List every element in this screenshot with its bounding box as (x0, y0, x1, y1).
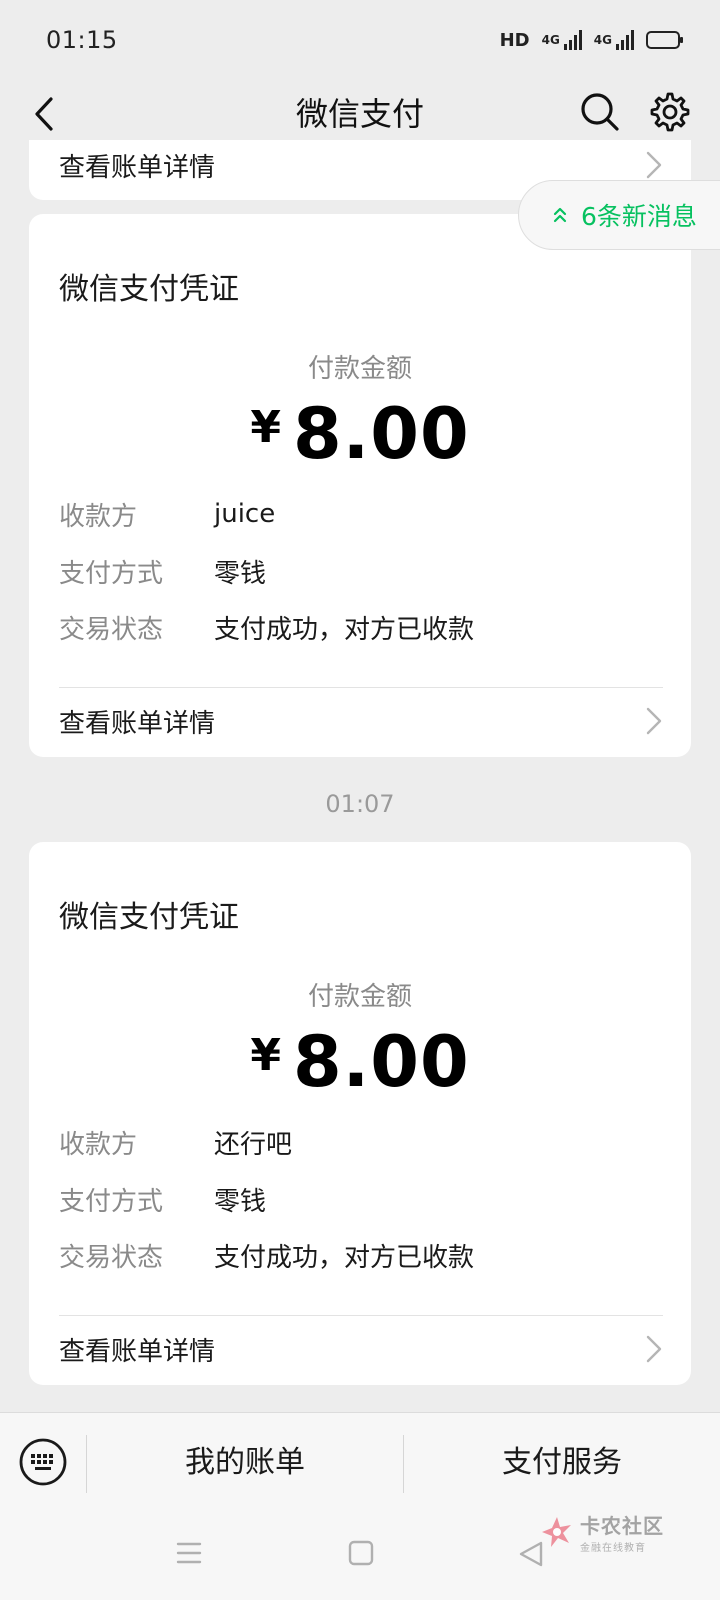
field-value: 还行吧 (214, 1129, 293, 1160)
amount-label: 付款金额 (307, 354, 412, 384)
keyboard-icon (19, 1438, 67, 1486)
back-button[interactable] (24, 94, 64, 134)
watermark-logo-icon (542, 1517, 571, 1547)
watermark-subtitle: 金融在线教育 (580, 1543, 646, 1554)
search-button[interactable] (578, 90, 622, 134)
field-key: 收款方 (59, 1129, 138, 1160)
amount-value: 8.00 (292, 1021, 470, 1103)
gear-icon (650, 92, 690, 132)
field-key: 收款方 (59, 501, 138, 532)
amount: ¥ 8.00 (29, 1021, 691, 1103)
receipt-card: 微信支付凭证 付款金额 ¥ 8.00 收款方 还行吧 支付方式 零钱 交易状态 … (29, 842, 691, 1385)
receipt-title: 微信支付凭证 (59, 900, 239, 935)
my-bills-button[interactable]: 我的账单 (87, 1413, 403, 1513)
field-key: 交易状态 (59, 1242, 164, 1273)
chevron-left-icon (35, 97, 53, 131)
view-bill-details-link[interactable]: 查看账单详情 (59, 1316, 663, 1382)
new-messages-label: 6条新消息 (581, 202, 697, 231)
network-label-1: 4G (541, 33, 560, 47)
field-key: 支付方式 (59, 558, 164, 589)
chevron-right-icon (646, 1335, 662, 1363)
field-value: 零钱 (214, 1186, 267, 1217)
signal-icon-2 (616, 30, 634, 50)
menu-icon[interactable] (176, 1540, 202, 1566)
field-status: 交易状态 支付成功，对方已收款 (59, 1235, 663, 1275)
amount-label: 付款金额 (307, 982, 412, 1012)
view-bill-details-link[interactable]: 查看账单详情 (59, 688, 663, 754)
watermark-title: 卡农社区 (580, 1514, 664, 1538)
field-value: 支付成功，对方已收款 (214, 1242, 475, 1273)
receipt-card: 微信支付凭证 付款金额 ¥ 8.00 收款方 juice 支付方式 零钱 交易状… (29, 214, 691, 757)
amount-value: 8.00 (292, 393, 470, 475)
field-status: 交易状态 支付成功，对方已收款 (59, 607, 663, 647)
double-chevron-up-icon (553, 207, 567, 223)
settings-button[interactable] (648, 90, 692, 134)
view-bill-details-label: 查看账单详情 (59, 1336, 216, 1367)
field-payee: 收款方 juice (59, 494, 663, 534)
chevron-right-icon (646, 151, 662, 179)
chevron-right-icon (646, 707, 662, 735)
battery-icon (646, 31, 683, 49)
hd-label: HD (499, 29, 530, 51)
field-value: juice (214, 499, 276, 529)
amount: ¥ 8.00 (29, 393, 691, 475)
message-timestamp: 01:07 (325, 790, 395, 818)
field-payment-method: 支付方式 零钱 (59, 1179, 663, 1219)
field-payee: 收款方 还行吧 (59, 1122, 663, 1162)
field-key: 交易状态 (59, 614, 164, 645)
field-value: 支付成功，对方已收款 (214, 614, 475, 645)
bottom-menu-bar: 我的账单 支付服务 (0, 1412, 720, 1512)
new-messages-button[interactable]: 6条新消息 (518, 180, 720, 250)
field-key: 支付方式 (59, 1186, 164, 1217)
currency-symbol: ¥ (250, 1029, 281, 1081)
home-square-icon[interactable] (348, 1540, 374, 1566)
status-indicators: HD 4G 4G (499, 29, 683, 51)
network-label-2: 4G (593, 33, 612, 47)
field-payment-method: 支付方式 零钱 (59, 551, 663, 591)
view-bill-details-label: 查看账单详情 (59, 152, 216, 183)
signal-icon-1 (563, 30, 582, 50)
view-bill-details-label: 查看账单详情 (59, 708, 216, 739)
payment-services-button[interactable]: 支付服务 (404, 1413, 720, 1513)
receipt-title: 微信支付凭证 (59, 272, 239, 307)
status-time: 01:15 (46, 26, 118, 54)
search-icon (581, 93, 619, 131)
watermark: 卡农社区 金融在线教育 (540, 1510, 664, 1554)
currency-symbol: ¥ (250, 401, 281, 453)
keyboard-toggle-button[interactable] (18, 1437, 68, 1487)
status-bar: 01:15 HD 4G 4G (0, 0, 720, 80)
field-value: 零钱 (214, 558, 267, 589)
